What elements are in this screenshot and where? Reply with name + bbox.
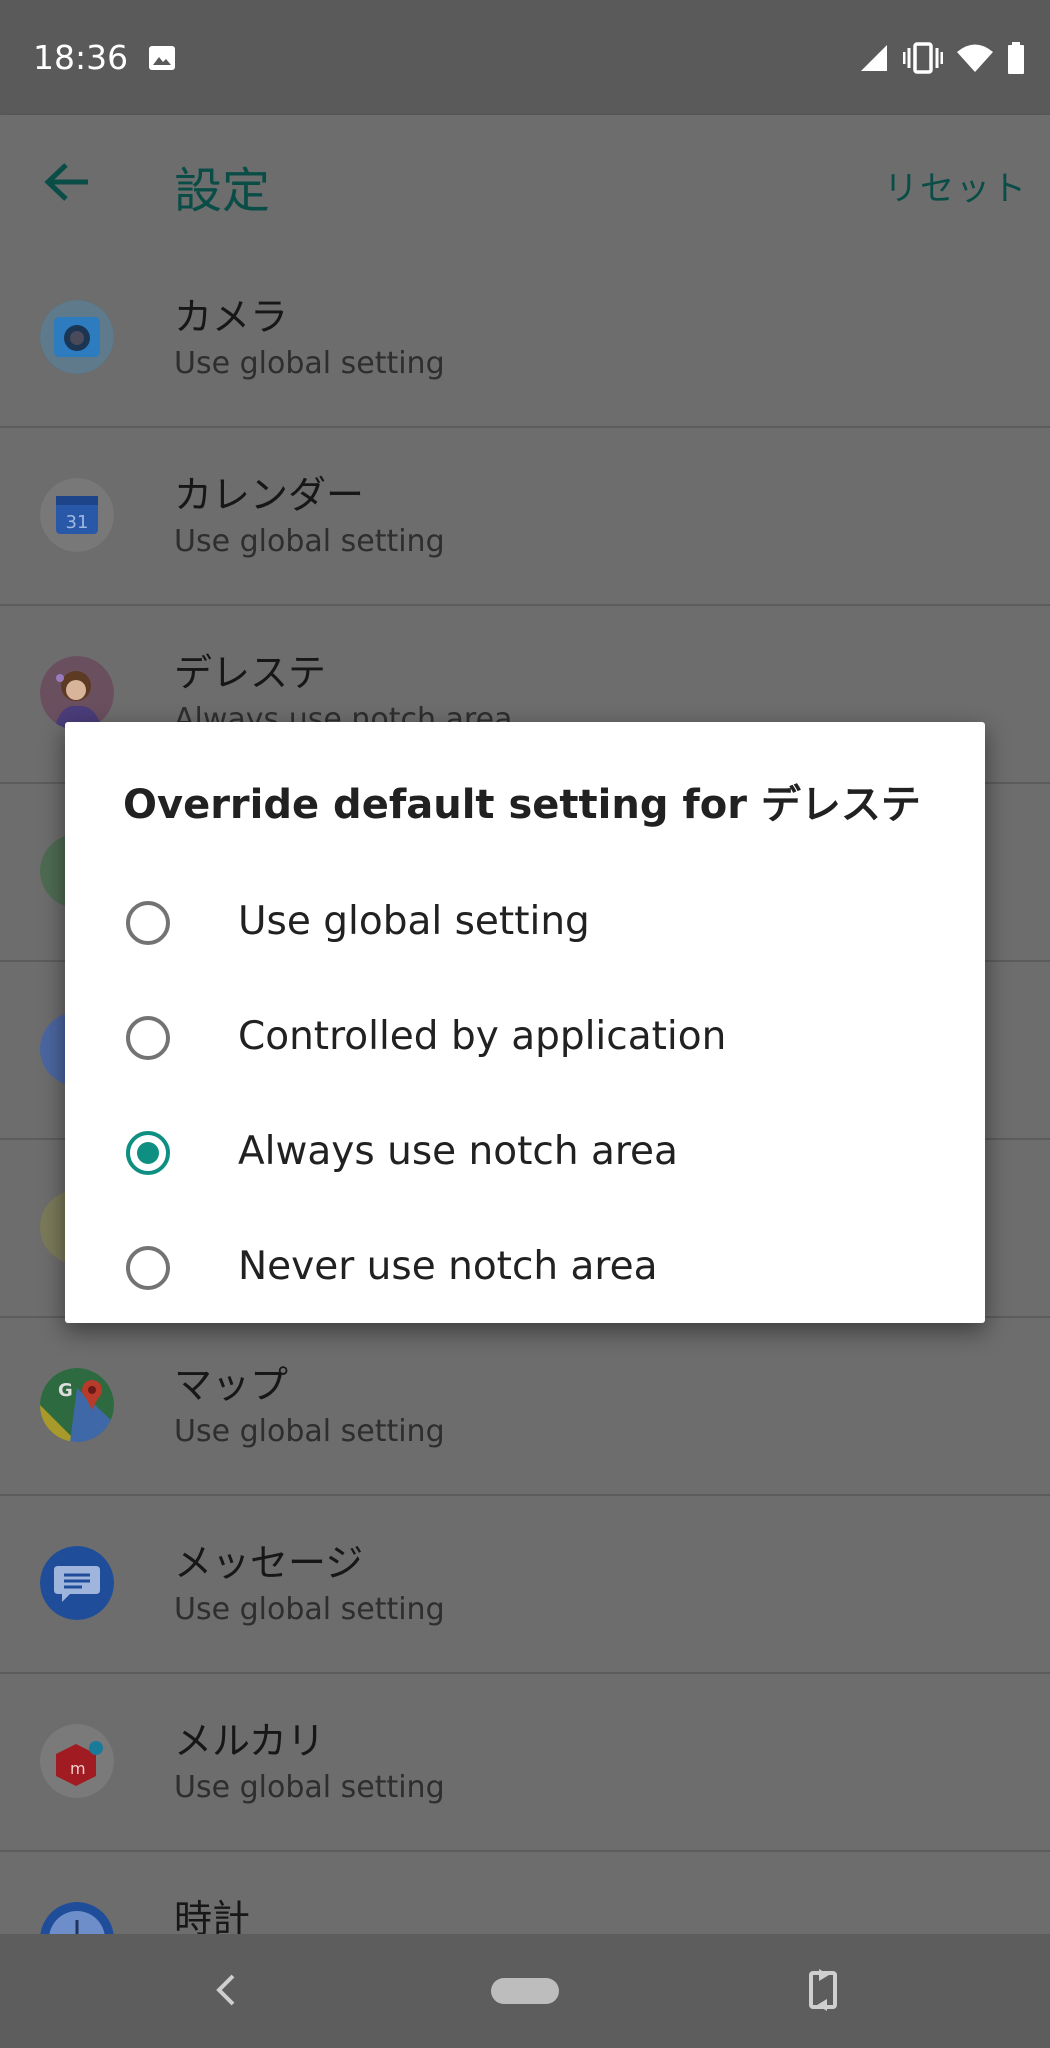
nav-home-pill[interactable]: [491, 1978, 559, 2004]
list-item-title: メッセージ: [174, 1541, 364, 1585]
radio-button-selected[interactable]: [126, 1131, 170, 1175]
image-notification-icon: [149, 46, 175, 70]
app-bar: 設定 リセット: [0, 115, 1050, 250]
option-label: Controlled by application: [238, 1014, 727, 1059]
status-bar: 18:36: [0, 0, 1050, 115]
deresute-app-icon: [40, 656, 114, 730]
list-item-subtitle: Use global setting: [174, 346, 445, 381]
list-item[interactable]: m メルカリ Use global setting: [0, 1674, 1050, 1852]
mercari-icon-text: m: [70, 1759, 86, 1778]
calendar-icon-text: 31: [66, 512, 89, 533]
list-item-subtitle: Use global setting: [174, 1770, 445, 1805]
wifi-icon: [957, 44, 993, 72]
status-icons: [859, 40, 1025, 76]
page-title: 設定: [174, 163, 271, 219]
battery-icon: [1008, 42, 1024, 74]
list-item[interactable]: 31 カレンダー Use global setting: [0, 428, 1050, 606]
list-item-subtitle: Use global setting: [174, 1592, 445, 1627]
dialog-title: Override default setting for デレステ: [123, 782, 921, 828]
option-label: Never use notch area: [238, 1244, 658, 1289]
maps-app-icon: G: [40, 1368, 114, 1442]
mercari-app-icon: m: [40, 1724, 114, 1798]
list-item-subtitle: Use global setting: [174, 524, 445, 559]
reset-button[interactable]: リセット: [884, 161, 1028, 210]
vibrate-icon: [903, 42, 943, 74]
list-item-title: メルカリ: [174, 1719, 325, 1763]
list-item-title: カメラ: [174, 295, 289, 339]
back-arrow-icon[interactable]: [44, 161, 92, 203]
list-item-subtitle: Use global setting: [174, 1414, 445, 1449]
option-label: Use global setting: [238, 899, 590, 944]
status-time: 18:36: [33, 38, 129, 77]
maps-icon-text: G: [58, 1380, 73, 1401]
option-label: Always use notch area: [238, 1129, 678, 1174]
list-item-title: マップ: [174, 1363, 289, 1407]
list-item-title: デレステ: [174, 651, 327, 695]
messages-app-icon: [40, 1546, 114, 1620]
signal-icon: [861, 45, 887, 71]
option-controlled-by-application[interactable]: Controlled by application: [65, 982, 985, 1097]
list-item-title: カレンダー: [174, 473, 365, 517]
list-item[interactable]: G マップ Use global setting: [0, 1318, 1050, 1496]
list-item[interactable]: カメラ Use global setting: [0, 250, 1050, 428]
nav-back-icon[interactable]: [213, 1972, 239, 2008]
radio-button[interactable]: [126, 1016, 170, 1060]
option-always-use-notch-area[interactable]: Always use notch area: [65, 1097, 985, 1212]
camera-app-icon: [40, 300, 114, 374]
rotate-screen-icon[interactable]: [805, 1967, 841, 2013]
override-setting-dialog: Override default setting for デレステ Use gl…: [65, 722, 985, 1323]
calendar-app-icon: 31: [40, 478, 114, 552]
list-item[interactable]: メッセージ Use global setting: [0, 1496, 1050, 1674]
radio-button[interactable]: [126, 901, 170, 945]
radio-button[interactable]: [126, 1246, 170, 1290]
navigation-bar: [0, 1934, 1050, 2048]
option-use-global-setting[interactable]: Use global setting: [65, 867, 985, 982]
option-never-use-notch-area[interactable]: Never use notch area: [65, 1212, 985, 1327]
